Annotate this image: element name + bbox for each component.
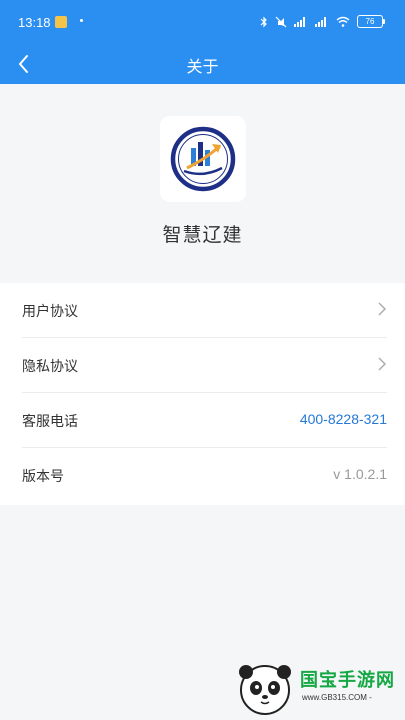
- status-icons: 76: [260, 15, 385, 28]
- app-logo: [160, 116, 246, 202]
- row-label: 客服电话: [22, 414, 78, 430]
- status-bar: 13:18 76: [0, 0, 405, 44]
- row-label: 版本号: [22, 469, 64, 485]
- watermark-url: www.GB315.COM -: [302, 693, 372, 702]
- version-value: v 1.0.2.1: [333, 466, 387, 482]
- dot-icon: [80, 19, 83, 22]
- page-title: 关于: [186, 57, 219, 76]
- panda-icon: [239, 665, 291, 715]
- bluetooth-icon: [260, 16, 268, 28]
- wifi-icon: [336, 16, 350, 27]
- signal-icon: [294, 16, 308, 27]
- app-name: 智慧辽建: [162, 224, 243, 246]
- signal-icon: [315, 16, 329, 27]
- notification-icon: [55, 16, 67, 28]
- mute-icon: [275, 16, 287, 28]
- phone-number-link[interactable]: 400-8228-321: [300, 411, 387, 427]
- battery-icon: 76: [357, 15, 385, 28]
- chevron-right-icon: [377, 356, 387, 376]
- chevron-right-icon: [377, 301, 387, 321]
- row-label: 隐私协议: [22, 359, 78, 375]
- watermark-logo: 国宝手游网 www.GB315.COM -: [232, 660, 402, 716]
- row-label: 用户协议: [22, 304, 78, 320]
- version-row: 版本号 v 1.0.2.1: [22, 448, 387, 502]
- customer-service-row[interactable]: 客服电话 400-8228-321: [22, 393, 387, 448]
- user-agreement-row[interactable]: 用户协议: [22, 283, 387, 338]
- status-time: 13:18: [18, 15, 51, 30]
- nav-bar: 关于: [0, 44, 405, 84]
- about-list: 用户协议 隐私协议 客服电话 400-8228-321 版本号 v 1.0.2.…: [0, 283, 405, 505]
- watermark-text: 国宝手游网: [300, 670, 395, 691]
- privacy-agreement-row[interactable]: 隐私协议: [22, 338, 387, 393]
